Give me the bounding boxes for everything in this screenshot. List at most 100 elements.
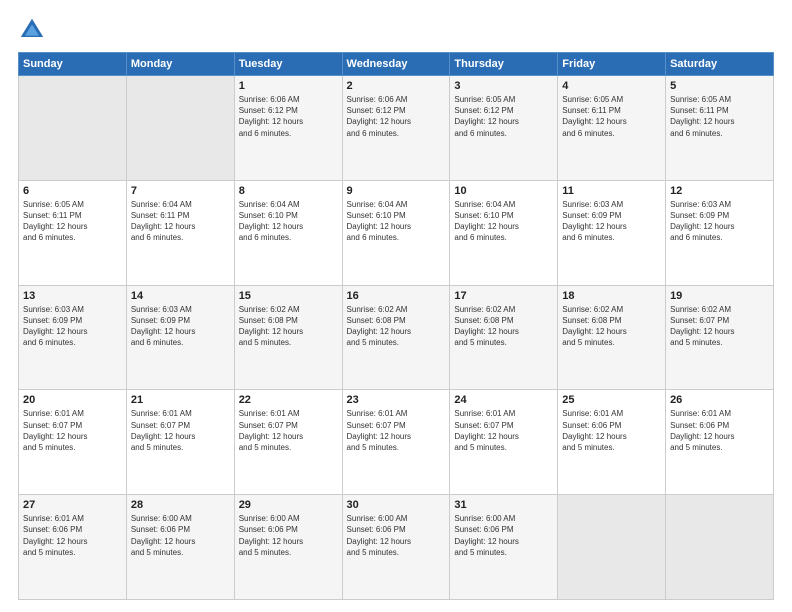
day-info: Sunrise: 6:04 AM Sunset: 6:10 PM Dayligh… xyxy=(347,199,446,244)
day-cell: 29 Sunrise: 6:00 AM Sunset: 6:06 PM Dayli… xyxy=(234,495,342,600)
day-number: 31 xyxy=(454,499,553,511)
day-info: Sunrise: 6:04 AM Sunset: 6:10 PM Dayligh… xyxy=(454,199,553,244)
day-info: Sunrise: 6:00 AM Sunset: 6:06 PM Dayligh… xyxy=(131,513,230,558)
day-info: Sunrise: 6:03 AM Sunset: 6:09 PM Dayligh… xyxy=(23,304,122,349)
day-number: 2 xyxy=(347,80,446,92)
day-number: 11 xyxy=(562,185,661,197)
day-info: Sunrise: 6:06 AM Sunset: 6:12 PM Dayligh… xyxy=(347,94,446,139)
day-info: Sunrise: 6:05 AM Sunset: 6:11 PM Dayligh… xyxy=(670,94,769,139)
day-number: 12 xyxy=(670,185,769,197)
day-number: 6 xyxy=(23,185,122,197)
day-cell: 14 Sunrise: 6:03 AM Sunset: 6:09 PM Dayli… xyxy=(126,285,234,390)
page: SundayMondayTuesdayWednesdayThursdayFrid… xyxy=(0,0,792,612)
day-info: Sunrise: 6:03 AM Sunset: 6:09 PM Dayligh… xyxy=(131,304,230,349)
day-cell: 4 Sunrise: 6:05 AM Sunset: 6:11 PM Daylig… xyxy=(558,76,666,181)
day-number: 22 xyxy=(239,394,338,406)
day-cell: 26 Sunrise: 6:01 AM Sunset: 6:06 PM Dayli… xyxy=(666,390,774,495)
day-cell: 12 Sunrise: 6:03 AM Sunset: 6:09 PM Dayli… xyxy=(666,180,774,285)
week-row-4: 20 Sunrise: 6:01 AM Sunset: 6:07 PM Dayli… xyxy=(19,390,774,495)
day-cell: 23 Sunrise: 6:01 AM Sunset: 6:07 PM Dayli… xyxy=(342,390,450,495)
day-info: Sunrise: 6:00 AM Sunset: 6:06 PM Dayligh… xyxy=(239,513,338,558)
day-cell: 7Sunrise: 6:04 AM Sunset: 6:11 PM Daylig… xyxy=(126,180,234,285)
logo-icon xyxy=(18,16,46,44)
header-day-tuesday: Tuesday xyxy=(234,53,342,76)
day-cell: 19 Sunrise: 6:02 AM Sunset: 6:07 PM Dayli… xyxy=(666,285,774,390)
day-cell: 8Sunrise: 6:04 AM Sunset: 6:10 PM Daylig… xyxy=(234,180,342,285)
day-number: 29 xyxy=(239,499,338,511)
day-number: 14 xyxy=(131,290,230,302)
day-cell: 18 Sunrise: 6:02 AM Sunset: 6:08 PM Dayli… xyxy=(558,285,666,390)
header-day-friday: Friday xyxy=(558,53,666,76)
day-info: Sunrise: 6:02 AM Sunset: 6:08 PM Dayligh… xyxy=(347,304,446,349)
day-info: Sunrise: 6:01 AM Sunset: 6:06 PM Dayligh… xyxy=(670,408,769,453)
day-info: Sunrise: 6:03 AM Sunset: 6:09 PM Dayligh… xyxy=(670,199,769,244)
day-info: Sunrise: 6:05 AM Sunset: 6:11 PM Dayligh… xyxy=(23,199,122,244)
day-cell: 1 Sunrise: 6:06 AM Sunset: 6:12 PM Daylig… xyxy=(234,76,342,181)
day-number: 21 xyxy=(131,394,230,406)
week-row-1: 1 Sunrise: 6:06 AM Sunset: 6:12 PM Daylig… xyxy=(19,76,774,181)
day-cell xyxy=(19,76,127,181)
day-cell: 22Sunrise: 6:01 AM Sunset: 6:07 PM Dayli… xyxy=(234,390,342,495)
day-cell: 30 Sunrise: 6:00 AM Sunset: 6:06 PM Dayli… xyxy=(342,495,450,600)
day-number: 9 xyxy=(347,185,446,197)
day-info: Sunrise: 6:06 AM Sunset: 6:12 PM Dayligh… xyxy=(239,94,338,139)
day-info: Sunrise: 6:02 AM Sunset: 6:08 PM Dayligh… xyxy=(562,304,661,349)
day-number: 18 xyxy=(562,290,661,302)
day-number: 13 xyxy=(23,290,122,302)
day-number: 26 xyxy=(670,394,769,406)
day-info: Sunrise: 6:00 AM Sunset: 6:06 PM Dayligh… xyxy=(454,513,553,558)
day-cell: 28 Sunrise: 6:00 AM Sunset: 6:06 PM Dayli… xyxy=(126,495,234,600)
day-info: Sunrise: 6:05 AM Sunset: 6:11 PM Dayligh… xyxy=(562,94,661,139)
day-cell: 31 Sunrise: 6:00 AM Sunset: 6:06 PM Dayli… xyxy=(450,495,558,600)
day-info: Sunrise: 6:01 AM Sunset: 6:07 PM Dayligh… xyxy=(347,408,446,453)
header xyxy=(18,16,774,44)
header-day-sunday: Sunday xyxy=(19,53,127,76)
week-row-2: 6 Sunrise: 6:05 AM Sunset: 6:11 PM Daylig… xyxy=(19,180,774,285)
day-info: Sunrise: 6:00 AM Sunset: 6:06 PM Dayligh… xyxy=(347,513,446,558)
calendar-table: SundayMondayTuesdayWednesdayThursdayFrid… xyxy=(18,52,774,600)
day-number: 20 xyxy=(23,394,122,406)
day-cell: 27Sunrise: 6:01 AM Sunset: 6:06 PM Dayli… xyxy=(19,495,127,600)
day-cell: 20Sunrise: 6:01 AM Sunset: 6:07 PM Dayli… xyxy=(19,390,127,495)
day-number: 15 xyxy=(239,290,338,302)
day-number: 24 xyxy=(454,394,553,406)
day-number: 19 xyxy=(670,290,769,302)
day-number: 23 xyxy=(347,394,446,406)
calendar-body: 1 Sunrise: 6:06 AM Sunset: 6:12 PM Daylig… xyxy=(19,76,774,600)
day-cell: 15 Sunrise: 6:02 AM Sunset: 6:08 PM Dayli… xyxy=(234,285,342,390)
day-cell xyxy=(558,495,666,600)
day-cell xyxy=(666,495,774,600)
day-number: 1 xyxy=(239,80,338,92)
calendar-header: SundayMondayTuesdayWednesdayThursdayFrid… xyxy=(19,53,774,76)
day-cell xyxy=(126,76,234,181)
header-day-saturday: Saturday xyxy=(666,53,774,76)
day-cell: 2 Sunrise: 6:06 AM Sunset: 6:12 PM Daylig… xyxy=(342,76,450,181)
day-cell: 9 Sunrise: 6:04 AM Sunset: 6:10 PM Daylig… xyxy=(342,180,450,285)
day-number: 30 xyxy=(347,499,446,511)
header-day-monday: Monday xyxy=(126,53,234,76)
day-number: 3 xyxy=(454,80,553,92)
day-info: Sunrise: 6:02 AM Sunset: 6:08 PM Dayligh… xyxy=(239,304,338,349)
header-day-thursday: Thursday xyxy=(450,53,558,76)
day-info: Sunrise: 6:01 AM Sunset: 6:06 PM Dayligh… xyxy=(23,513,122,558)
day-number: 8 xyxy=(239,185,338,197)
day-number: 4 xyxy=(562,80,661,92)
day-info: Sunrise: 6:01 AM Sunset: 6:07 PM Dayligh… xyxy=(131,408,230,453)
day-cell: 6 Sunrise: 6:05 AM Sunset: 6:11 PM Daylig… xyxy=(19,180,127,285)
day-number: 17 xyxy=(454,290,553,302)
day-number: 16 xyxy=(347,290,446,302)
day-cell: 16 Sunrise: 6:02 AM Sunset: 6:08 PM Dayli… xyxy=(342,285,450,390)
day-cell: 24Sunrise: 6:01 AM Sunset: 6:07 PM Dayli… xyxy=(450,390,558,495)
day-info: Sunrise: 6:02 AM Sunset: 6:07 PM Dayligh… xyxy=(670,304,769,349)
day-number: 25 xyxy=(562,394,661,406)
day-info: Sunrise: 6:05 AM Sunset: 6:12 PM Dayligh… xyxy=(454,94,553,139)
day-number: 10 xyxy=(454,185,553,197)
day-cell: 3 Sunrise: 6:05 AM Sunset: 6:12 PM Daylig… xyxy=(450,76,558,181)
day-cell: 5Sunrise: 6:05 AM Sunset: 6:11 PM Daylig… xyxy=(666,76,774,181)
day-cell: 13 Sunrise: 6:03 AM Sunset: 6:09 PM Dayli… xyxy=(19,285,127,390)
header-day-wednesday: Wednesday xyxy=(342,53,450,76)
day-cell: 10 Sunrise: 6:04 AM Sunset: 6:10 PM Dayli… xyxy=(450,180,558,285)
day-cell: 25Sunrise: 6:01 AM Sunset: 6:06 PM Dayli… xyxy=(558,390,666,495)
day-cell: 17Sunrise: 6:02 AM Sunset: 6:08 PM Dayli… xyxy=(450,285,558,390)
day-number: 28 xyxy=(131,499,230,511)
